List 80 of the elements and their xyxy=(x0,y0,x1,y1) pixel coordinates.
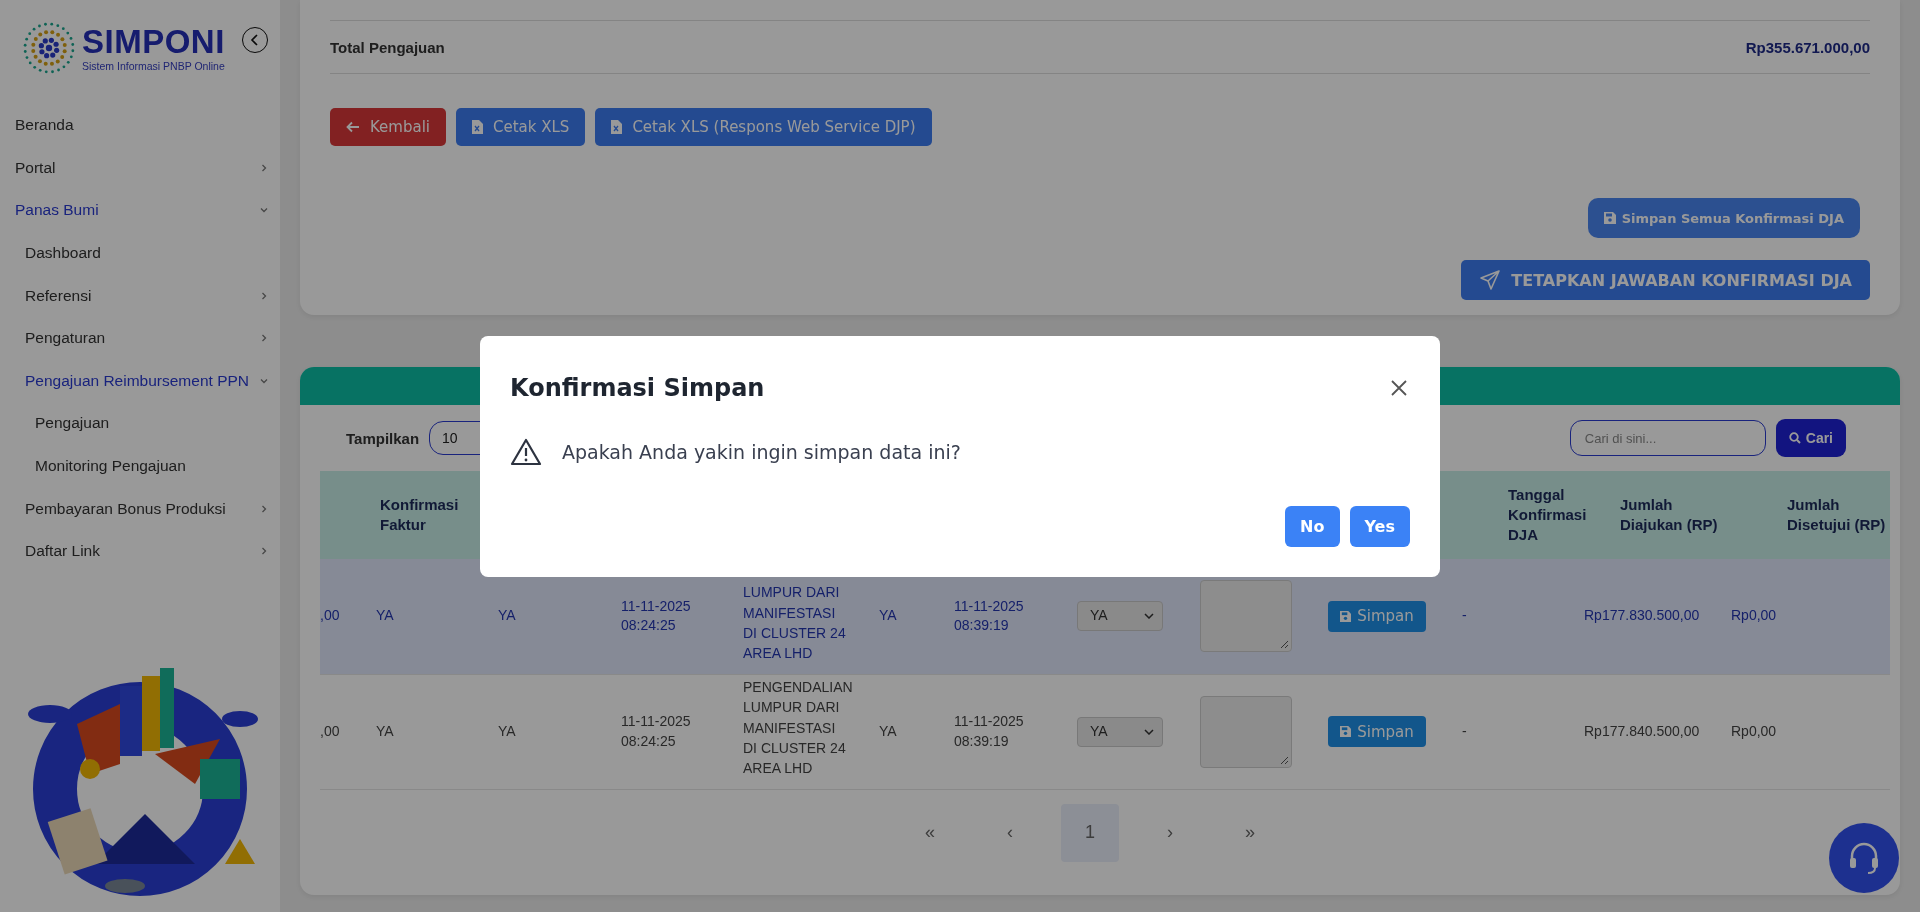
sidebar-item[interactable]: Daftar Link xyxy=(0,529,280,573)
table-row[interactable]: ,00 YA YA 11-11-2025 08:24:25 PENGENDALIAN LUMPUR DARI MANIFESTASI DI CLUSTER 24 AREA LHD YA 11-11-2025 08:39:19 YA Simpan - Rp177.840.500,00 Rp0,00 xyxy=(320,674,1890,789)
chevron-right-icon xyxy=(260,547,268,556)
show-entries-label: Tampilkan xyxy=(346,429,420,447)
table-cell: LUMPUR DARI MANIFESTASI DI CLUSTER 24 AREA LHD xyxy=(743,584,846,662)
dialog-button[interactable]: No xyxy=(1285,506,1340,547)
table-cell: - xyxy=(1462,722,1467,739)
sidebar-item[interactable]: Monitoring Pengajuan xyxy=(0,444,280,488)
table-cell: YA xyxy=(879,722,897,739)
column-header: Konfirmasi Faktur xyxy=(380,495,459,533)
table-cell: ,00 xyxy=(320,722,340,739)
chevron-down-icon xyxy=(1144,613,1154,620)
previous-page-button[interactable]: ‹ xyxy=(981,803,1039,862)
table-cell: Rp177.840.500,00 xyxy=(1584,722,1700,739)
table-cell: - xyxy=(1462,607,1467,624)
chevron-down-icon xyxy=(1144,728,1154,735)
sidebar-item[interactable]: Pembayaran Bonus Produksi xyxy=(0,487,280,530)
save-button[interactable]: Simpan xyxy=(1328,600,1426,632)
table-cell: 11-11-2025 08:39:19 xyxy=(954,597,1024,634)
table-cell: ,00 xyxy=(320,607,340,624)
table-cell: Rp0,00 xyxy=(1731,607,1777,624)
excel-file-icon xyxy=(472,120,483,134)
export-xls-button[interactable]: Cetak XLS (Respons Web Service DJP) xyxy=(595,108,932,146)
table-cell: YA xyxy=(498,722,516,739)
table-cell: YA xyxy=(376,722,394,739)
column-header: Tanggal Konfirmasi DJA xyxy=(1508,485,1587,544)
column-header: Jumlah Disetujui (RP) xyxy=(1787,495,1886,533)
sidebar-item[interactable]: Portal xyxy=(0,146,280,190)
chevron-right-icon xyxy=(260,163,268,172)
resize-handle-icon xyxy=(1279,754,1289,765)
sidebar-item[interactable]: Panas Bumi xyxy=(0,189,280,232)
chevron-down-icon xyxy=(260,376,268,385)
page-button[interactable]: 1 xyxy=(1061,803,1119,862)
table-cell: 11-11-2025 08:39:19 xyxy=(954,712,1024,749)
sidebar-item[interactable]: Referensi xyxy=(0,274,280,317)
table-cell: YA xyxy=(376,607,394,624)
submit-button[interactable]: TETAPKAN JAWABAN KONFIRMASI DJA xyxy=(1461,260,1870,300)
sidebar-item[interactable]: Dashboard xyxy=(0,231,280,275)
first-page-button[interactable]: « xyxy=(901,803,959,862)
table-cell: 11-11-2025 08:24:25 xyxy=(621,712,691,749)
table-cell: YA xyxy=(498,607,516,624)
excel-file-icon xyxy=(611,120,623,134)
table-cell: YA xyxy=(879,607,897,624)
sidebar-item[interactable]: Pengajuan xyxy=(0,402,280,445)
dialog-title: Konfirmasi Simpan xyxy=(510,374,765,402)
search-button[interactable]: Cari xyxy=(1775,419,1846,457)
confirmation-select[interactable]: YA xyxy=(1077,716,1163,747)
dialog-button[interactable]: Yes xyxy=(1349,506,1410,547)
table-cell: PENGENDALIAN LUMPUR DARI MANIFESTASI DI CLUSTER 24 AREA LHD xyxy=(743,679,853,777)
export-xls-button[interactable]: Cetak XLS xyxy=(456,108,586,146)
logo-subtitle: Sistem Informasi PNBP Online xyxy=(82,59,225,72)
chevron-right-icon xyxy=(260,504,268,513)
chevron-down-icon xyxy=(260,206,268,215)
chevron-right-icon xyxy=(260,291,268,300)
table-cell: 11-11-2025 08:24:25 xyxy=(621,597,691,634)
total-value: Rp355.671.000,00 xyxy=(1745,38,1870,56)
chevron-right-icon xyxy=(260,334,268,343)
sidebar-item[interactable]: Pengaturan xyxy=(0,316,280,360)
sidebar-item[interactable]: Pengajuan Reimbursement PPN xyxy=(0,359,280,403)
search-field[interactable]: Cari di sini... xyxy=(1569,420,1766,456)
save-all-button[interactable]: Simpan Semua Konfirmasi DJA xyxy=(1587,198,1860,238)
chevron-left-icon xyxy=(249,34,261,46)
dialog-message: Apakah Anda yakin ingin simpan data ini? xyxy=(562,441,961,463)
last-page-button[interactable]: » xyxy=(1221,803,1279,862)
column-header: Jumlah Diajukan (RP) xyxy=(1620,495,1718,533)
arrow-left-icon xyxy=(346,121,360,133)
table-cell: Rp0,00 xyxy=(1731,722,1777,739)
logo-title: SIMPONI xyxy=(82,24,225,58)
warning-icon xyxy=(510,438,542,466)
next-page-button[interactable]: › xyxy=(1141,803,1199,862)
table-cell: Rp177.830.500,00 xyxy=(1584,607,1700,624)
save-button[interactable]: Simpan xyxy=(1328,716,1426,747)
send-icon xyxy=(1479,269,1502,291)
confirmation-select[interactable]: YA xyxy=(1077,601,1163,632)
search-icon xyxy=(1788,432,1801,444)
sidebar-item[interactable]: Beranda xyxy=(0,104,280,147)
total-label: Total Pengajuan xyxy=(330,38,445,56)
back-button[interactable]: Kembali xyxy=(330,108,446,146)
table-row[interactable]: ,00 YA YA 11-11-2025 08:24:25 LUMPUR DARI MANIFESTASI DI CLUSTER 24 AREA LHD YA 11-11-2025 08:39:19 YA Simpan - Rp177.830.500,00 Rp0,00 xyxy=(320,559,1890,674)
resize-handle-icon xyxy=(1279,639,1289,650)
